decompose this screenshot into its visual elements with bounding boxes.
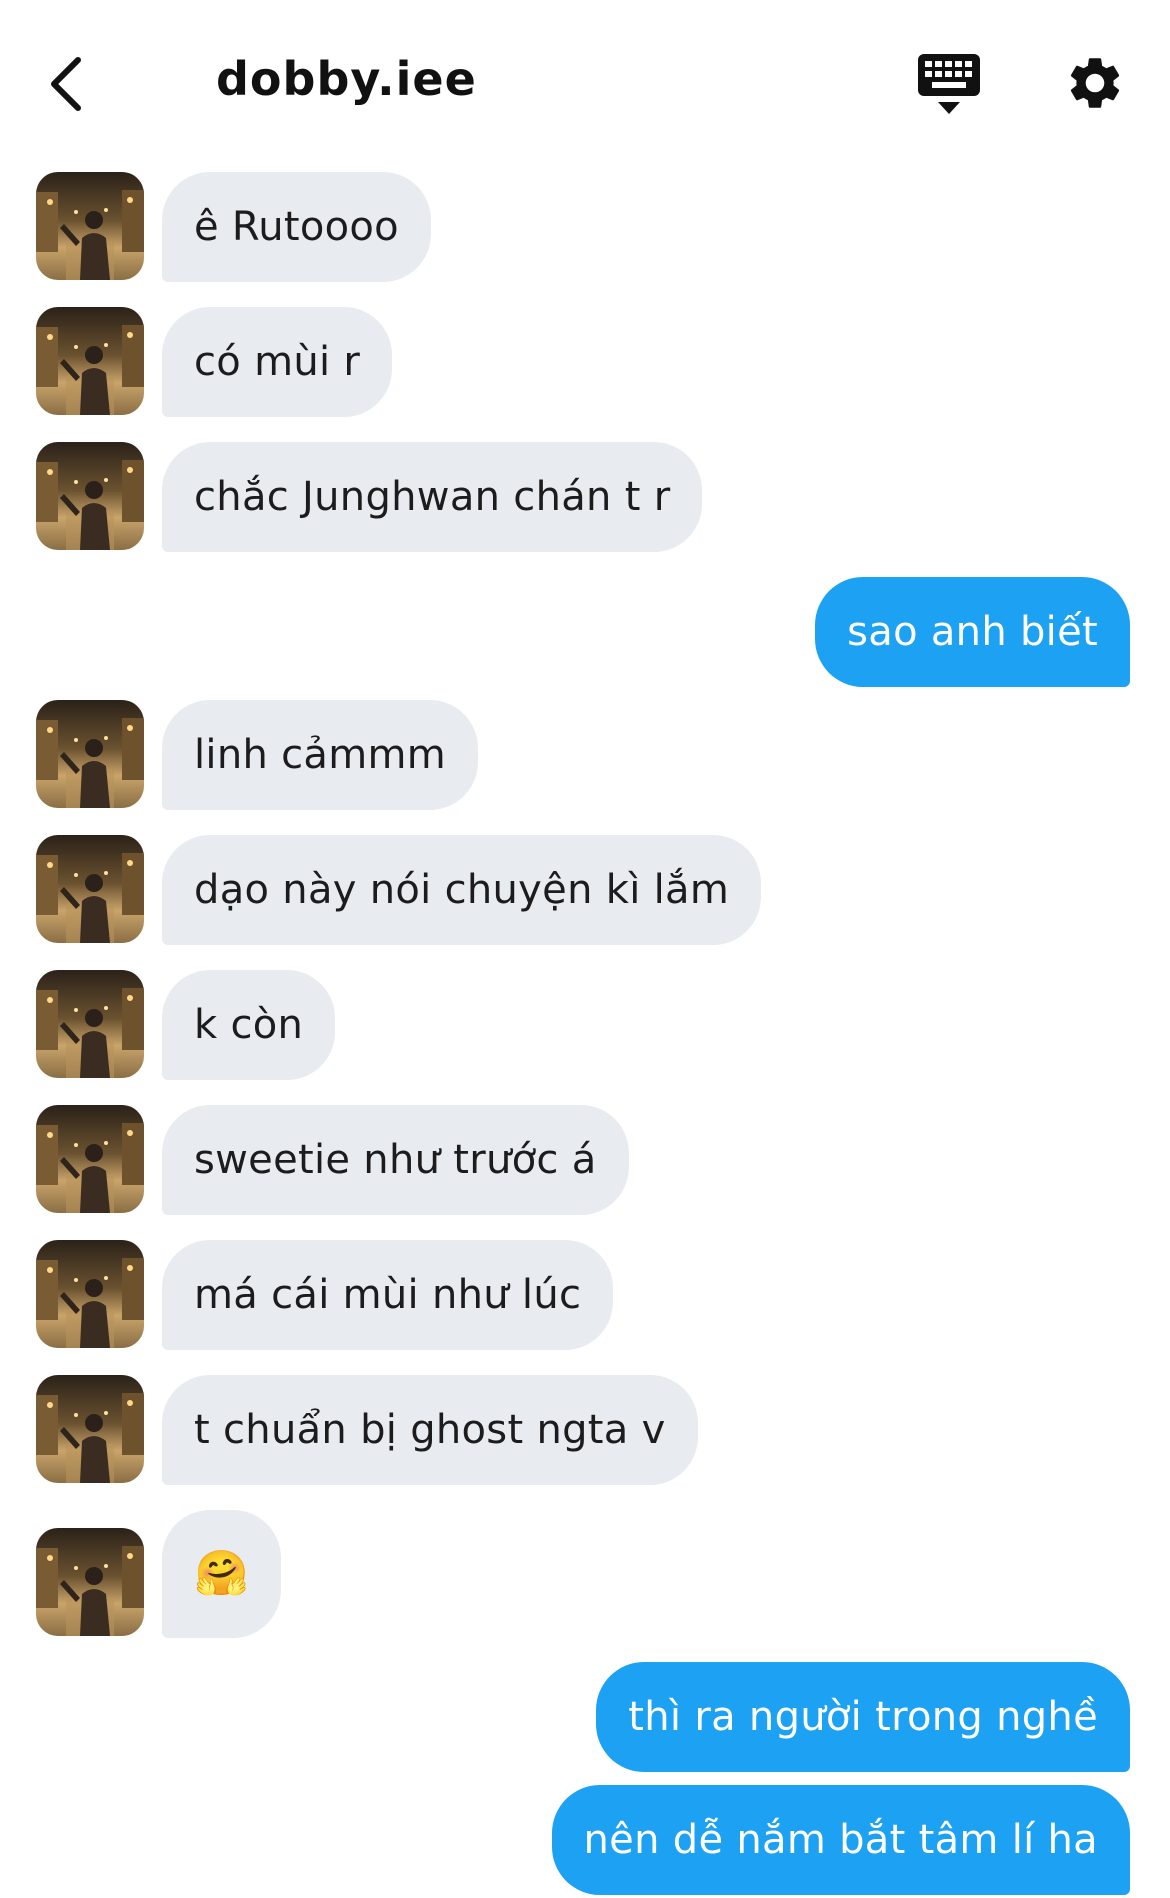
incoming-message-bubble[interactable]: dạo này nói chuyện kì lắm	[162, 835, 762, 945]
message-row: ê Rutoooo	[0, 172, 1170, 282]
chat-header: dobby.iee	[0, 0, 1170, 160]
message-row: sao anh biết	[0, 577, 1170, 687]
back-button[interactable]	[36, 44, 96, 124]
incoming-message-bubble[interactable]: có mùi r	[162, 307, 393, 417]
avatar[interactable]	[36, 307, 144, 415]
message-row: má cái mùi như lúc	[0, 1240, 1170, 1350]
message-row: linh cảmmm	[0, 700, 1170, 810]
message-row: t chuẩn bị ghost ngta v	[0, 1375, 1170, 1485]
avatar[interactable]	[36, 1375, 144, 1483]
incoming-message-bubble[interactable]: chắc Junghwan chán t r	[162, 442, 703, 552]
message-row: 🤗	[0, 1510, 1170, 1638]
avatar[interactable]	[36, 1240, 144, 1348]
avatar[interactable]	[36, 1105, 144, 1213]
message-row: sweetie như trước á	[0, 1105, 1170, 1215]
hugging-face-emoji-icon: 🤗	[194, 1548, 250, 1599]
incoming-message-bubble[interactable]: ê Rutoooo	[162, 172, 431, 282]
message-row: chắc Junghwan chán t r	[0, 442, 1170, 552]
message-row: nên dễ nắm bắt tâm lí ha	[0, 1785, 1170, 1895]
message-row: có mùi r	[0, 307, 1170, 417]
chevron-left-icon	[51, 57, 81, 111]
incoming-message-bubble[interactable]: linh cảmmm	[162, 700, 479, 810]
outgoing-message-bubble[interactable]: nên dễ nắm bắt tâm lí ha	[551, 1785, 1130, 1895]
outgoing-message-bubble[interactable]: thì ra người trong nghề	[596, 1662, 1130, 1772]
avatar[interactable]	[36, 1528, 144, 1636]
avatar[interactable]	[36, 970, 144, 1078]
incoming-message-bubble[interactable]: t chuẩn bị ghost ngta v	[162, 1375, 698, 1485]
keyboard-button[interactable]	[916, 52, 982, 118]
outgoing-message-bubble[interactable]: sao anh biết	[815, 577, 1130, 687]
keyboard-icon	[918, 54, 980, 114]
avatar[interactable]	[36, 835, 144, 943]
settings-button[interactable]	[1064, 52, 1126, 114]
avatar[interactable]	[36, 172, 144, 280]
gear-icon	[1070, 58, 1120, 108]
emoji-message-bubble[interactable]: 🤗	[162, 1510, 282, 1638]
incoming-message-bubble[interactable]: sweetie như trước á	[162, 1105, 629, 1215]
incoming-message-bubble[interactable]: k còn	[162, 970, 336, 1080]
avatar[interactable]	[36, 700, 144, 808]
avatar[interactable]	[36, 442, 144, 550]
message-row: dạo này nói chuyện kì lắm	[0, 835, 1170, 945]
incoming-message-bubble[interactable]: má cái mùi như lúc	[162, 1240, 614, 1350]
page-title[interactable]: dobby.iee	[216, 52, 477, 106]
message-row: thì ra người trong nghề	[0, 1662, 1170, 1772]
message-row: k còn	[0, 970, 1170, 1080]
